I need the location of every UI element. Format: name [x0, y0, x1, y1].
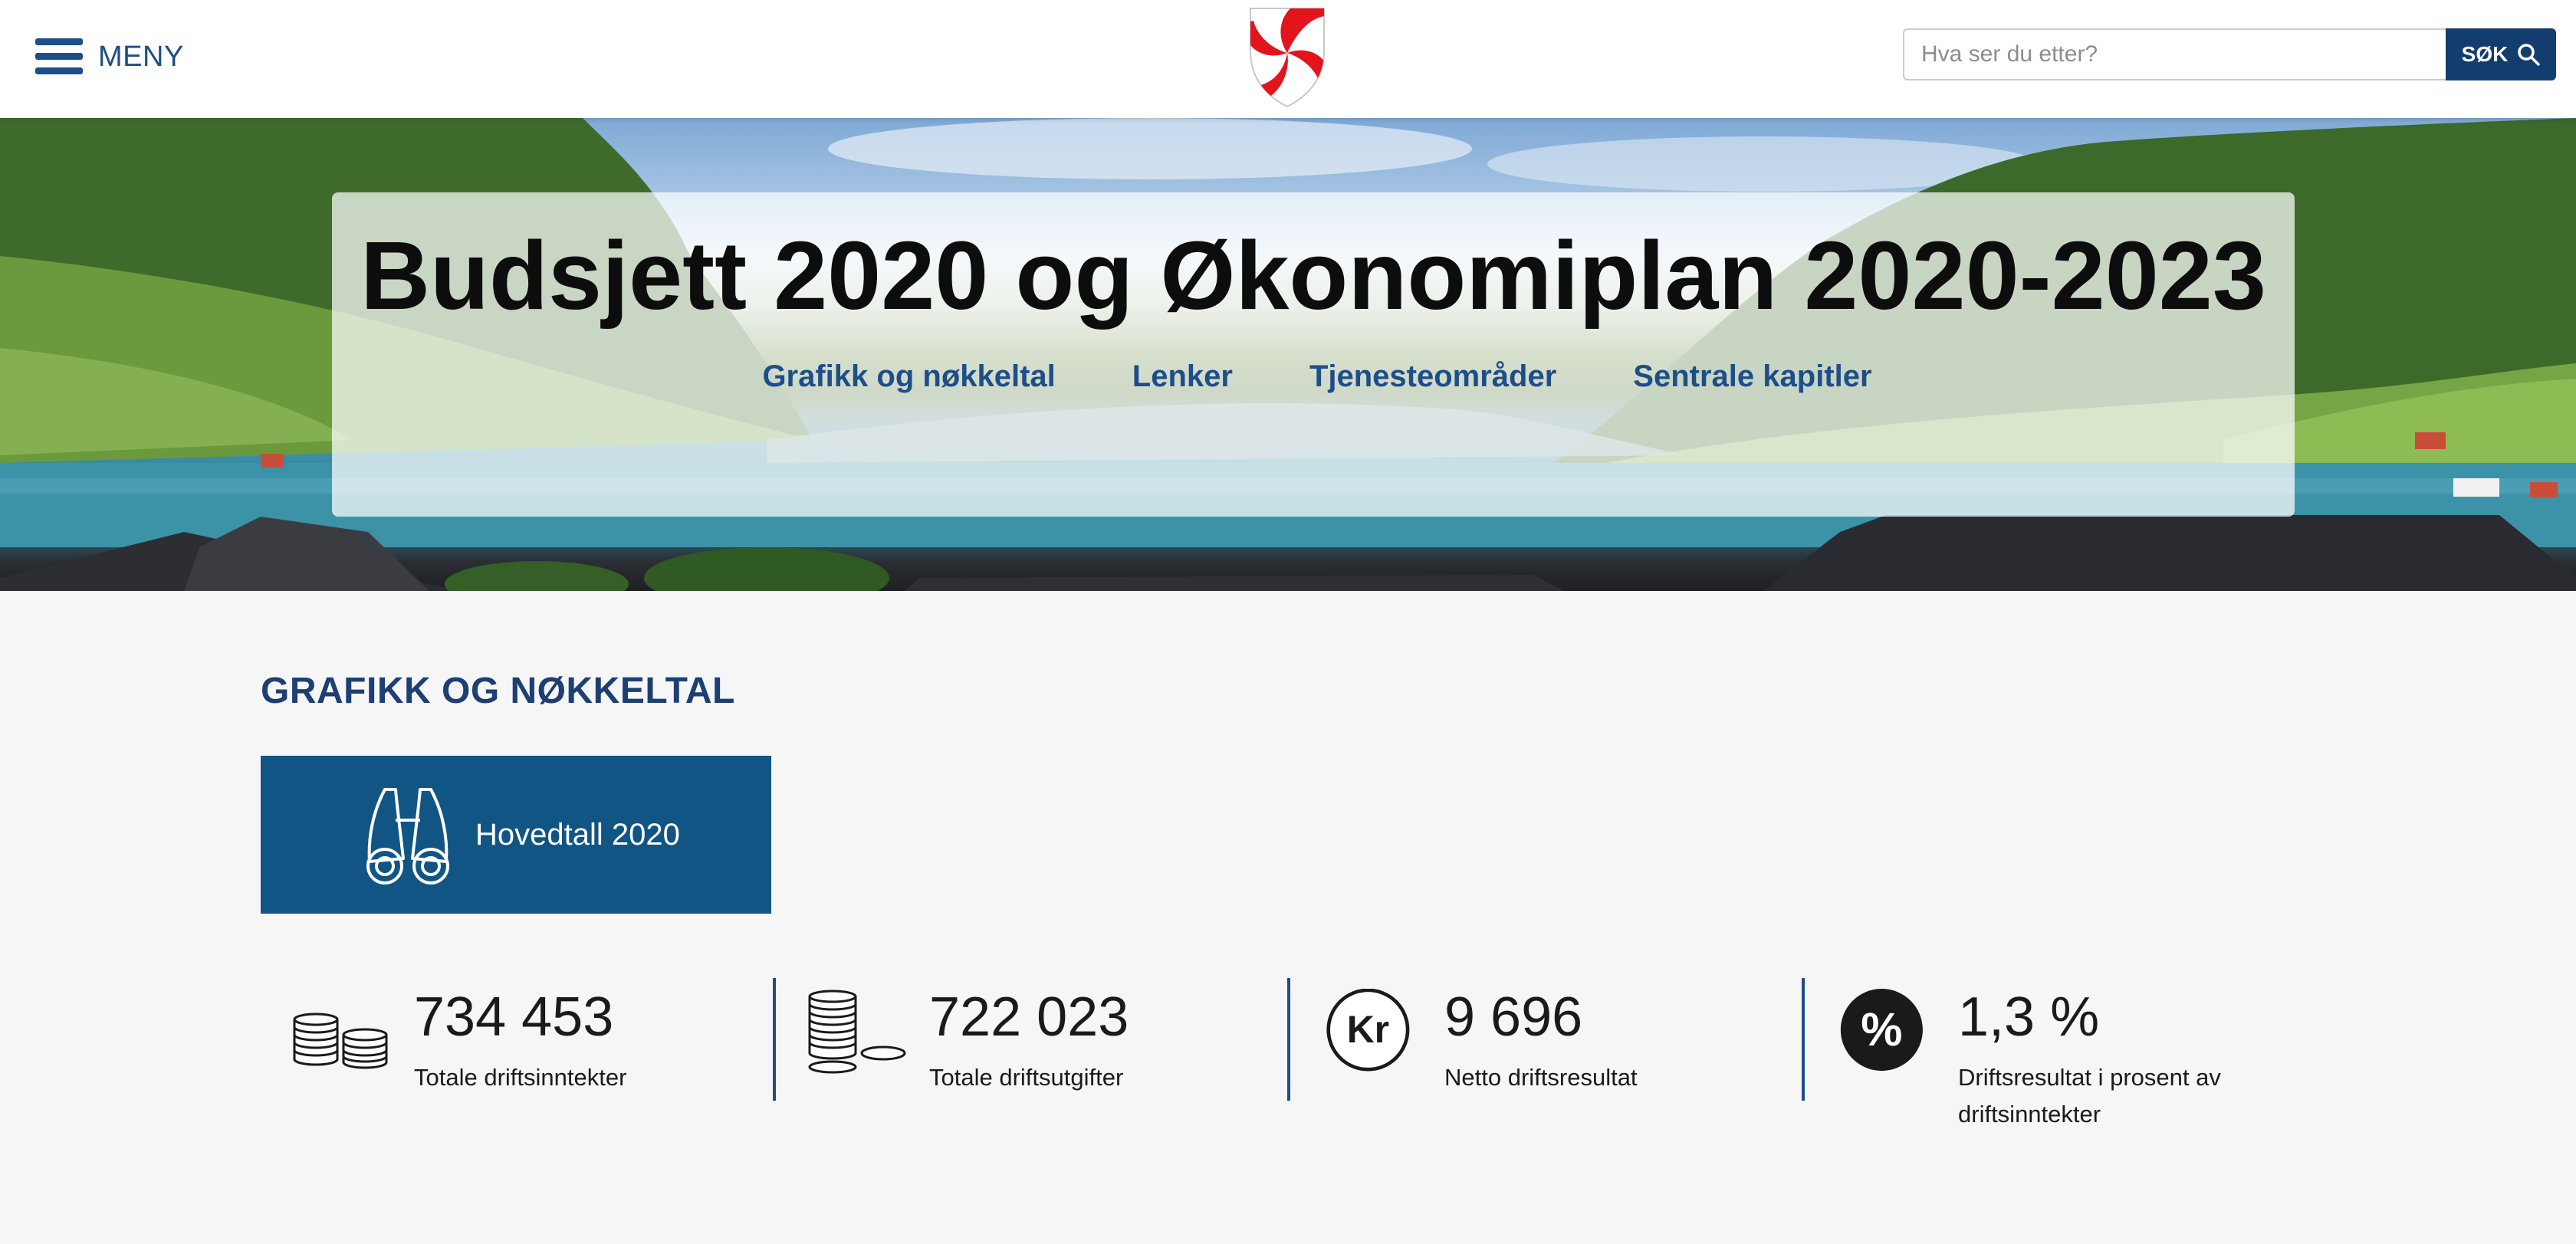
stat-label: Driftsresultat i prosent av driftsinntek… — [1958, 1064, 2221, 1127]
hovedtall-card-label: Hovedtall 2020 — [475, 817, 680, 852]
hero-link-lenker[interactable]: Lenker — [1132, 359, 1233, 394]
stat-value: 722 023 — [929, 986, 1129, 1048]
stat-value: 734 453 — [414, 986, 614, 1048]
stat-driftsresultat-prosent: % 1,3 % Driftsresultat i prosent av drif… — [1805, 978, 2315, 1147]
stat-driftsutgifter: 722 023 Totale driftsutgifter — [776, 978, 1290, 1147]
stat-value: 9 696 — [1444, 986, 1583, 1048]
key-figures: 734 453 Totale driftsinntekter 722 023 T… — [261, 978, 2315, 1147]
binoculars-icon — [366, 788, 449, 885]
stat-label: Totale driftsinntekter — [414, 1064, 627, 1091]
hero-link-sentrale-kapitler[interactable]: Sentrale kapitler — [1633, 359, 1871, 394]
search-icon — [2518, 44, 2541, 66]
municipality-coat-of-arms-logo[interactable] — [1247, 5, 1327, 110]
hero-link-grafikk[interactable]: Grafikk og nøkkeltal — [762, 359, 1055, 394]
stat-netto-driftsresultat: Kr 9 696 Netto driftsresultat — [1291, 978, 1805, 1147]
hovedtall-card[interactable]: Hovedtall 2020 — [261, 756, 771, 914]
search-button[interactable]: SØK — [2446, 28, 2556, 80]
section-title: GRAFIKK OG NØKKELTAL — [261, 671, 735, 711]
svg-text:Kr: Kr — [1347, 1008, 1389, 1051]
stat-divider — [1287, 978, 1290, 1101]
svg-text:%: % — [1861, 1003, 1902, 1055]
stat-label: Netto driftsresultat — [1444, 1064, 1638, 1091]
menu-button[interactable]: MENY — [35, 34, 184, 80]
search-input[interactable] — [1903, 28, 2446, 80]
search-button-label: SØK — [2461, 42, 2509, 66]
search-bar: SØK — [1903, 28, 2556, 80]
hero-banner: Budsjett 2020 og Økonomiplan 2020-2023 G… — [0, 118, 2576, 591]
coins-stack-icon — [293, 1013, 388, 1069]
stat-label: Totale driftsutgifter — [929, 1064, 1124, 1091]
hero-nav: Grafikk og nøkkeltal Lenker Tjenesteområ… — [332, 359, 2295, 394]
hero-link-tjenesteomrader[interactable]: Tjenesteområder — [1309, 359, 1556, 394]
page-title: Budsjett 2020 og Økonomiplan 2020-2023 — [360, 222, 2266, 330]
stat-value: 1,3 % — [1958, 986, 2100, 1048]
stat-driftsinntekter: 734 453 Totale driftsinntekter — [261, 978, 774, 1147]
kr-icon: Kr — [1326, 989, 1410, 1072]
coins-spread-icon — [808, 990, 906, 1074]
top-bar: MENY SØK — [0, 0, 2576, 118]
menu-label: MENY — [98, 40, 184, 73]
hero-panel: Budsjett 2020 og Økonomiplan 2020-2023 G… — [332, 192, 2295, 517]
percent-icon: % — [1840, 989, 1923, 1072]
hamburger-icon — [35, 37, 83, 77]
